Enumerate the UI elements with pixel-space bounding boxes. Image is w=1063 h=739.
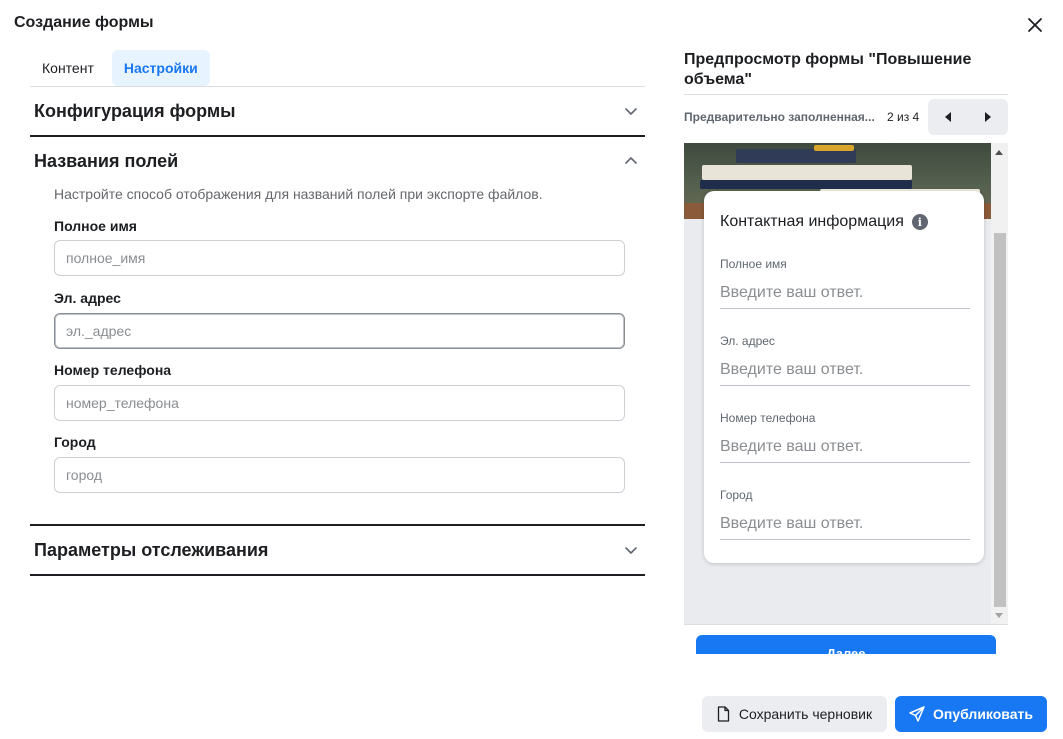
preview-title: Предпросмотр формы "Повышение объема" [684, 51, 972, 88]
field-label-city: Город [54, 434, 96, 450]
caret-right-icon [985, 112, 991, 122]
preview-next-step-button[interactable]: Далее [696, 635, 996, 654]
dialog-title: Создание формы [14, 14, 154, 31]
preview-field-input[interactable]: Введите ваш ответ. [720, 281, 970, 309]
preview-scrollbar-thumb[interactable] [994, 233, 1006, 607]
preview-field-label: Полное имя [720, 257, 787, 271]
section-form-config-title: Конфигурация формы [34, 100, 236, 121]
section-field-names-title: Названия полей [34, 150, 179, 171]
caret-left-icon [945, 112, 951, 122]
preview-card: Контактная информация i Полное имя Введи… [704, 191, 984, 563]
book-shape [736, 149, 856, 163]
book-shape [702, 165, 912, 180]
close-button[interactable] [1022, 12, 1048, 38]
save-draft-label: Сохранить черновик [738, 706, 873, 722]
section-form-config-header[interactable]: Конфигурация формы [30, 87, 645, 135]
preview-card-title-text: Контактная информация [720, 213, 904, 230]
document-icon [717, 706, 730, 722]
field-label-email: Эл. адрес [54, 290, 121, 306]
tab-bar: Контент Настройки [30, 50, 210, 86]
preview-prev-button[interactable] [928, 99, 968, 135]
preview-page-count: 2 из 4 [887, 110, 920, 124]
scroll-down-arrow-icon[interactable] [995, 613, 1003, 618]
preview-field-input[interactable]: Введите ваш ответ. [720, 358, 970, 386]
publish-button[interactable]: Опубликовать [895, 696, 1047, 732]
field-names-hint: Настройте способ отображения для названи… [54, 186, 543, 202]
preview-field-label: Номер телефона [720, 411, 816, 425]
scroll-up-arrow-icon[interactable] [995, 150, 1003, 155]
save-draft-button[interactable]: Сохранить черновик [702, 696, 887, 732]
section-tracking-header[interactable]: Параметры отслеживания [30, 526, 645, 574]
city-input[interactable] [54, 457, 625, 493]
preview-field-input[interactable]: Введите ваш ответ. [720, 435, 970, 463]
full-name-input[interactable] [54, 240, 625, 276]
preview-field-label: Эл. адрес [720, 334, 775, 348]
section-tracking-title: Параметры отслеживания [34, 539, 269, 560]
chevron-down-icon [625, 547, 637, 554]
section-field-names-header[interactable]: Названия полей [30, 137, 645, 185]
pencil-shape [814, 145, 854, 151]
email-input[interactable] [54, 313, 625, 349]
preview-divider [684, 94, 1008, 95]
preview-next-button[interactable] [968, 99, 1008, 135]
info-icon[interactable]: i [911, 214, 928, 230]
preview-screen-label: Предварительно заполненная... [684, 110, 875, 124]
field-label-phone: Номер телефона [54, 362, 172, 378]
preview-field-label: Город [720, 488, 753, 502]
chevron-down-icon [625, 108, 637, 115]
phone-input[interactable] [54, 385, 625, 421]
field-label-full-name: Полное имя [54, 218, 137, 234]
tab-content[interactable]: Контент [30, 50, 106, 86]
close-icon [1028, 18, 1042, 32]
chevron-up-icon [625, 157, 637, 164]
create-form-dialog: Создание формы Контент Настройки Конфигу… [0, 0, 1063, 739]
publish-label: Опубликовать [933, 706, 1033, 722]
preview-field-input[interactable]: Введите ваш ответ. [720, 512, 970, 540]
book-shape [700, 180, 912, 189]
section-divider [30, 574, 645, 576]
preview-card-title: Контактная информация i [720, 213, 928, 231]
send-icon [909, 706, 925, 722]
tab-settings[interactable]: Настройки [111, 50, 210, 86]
